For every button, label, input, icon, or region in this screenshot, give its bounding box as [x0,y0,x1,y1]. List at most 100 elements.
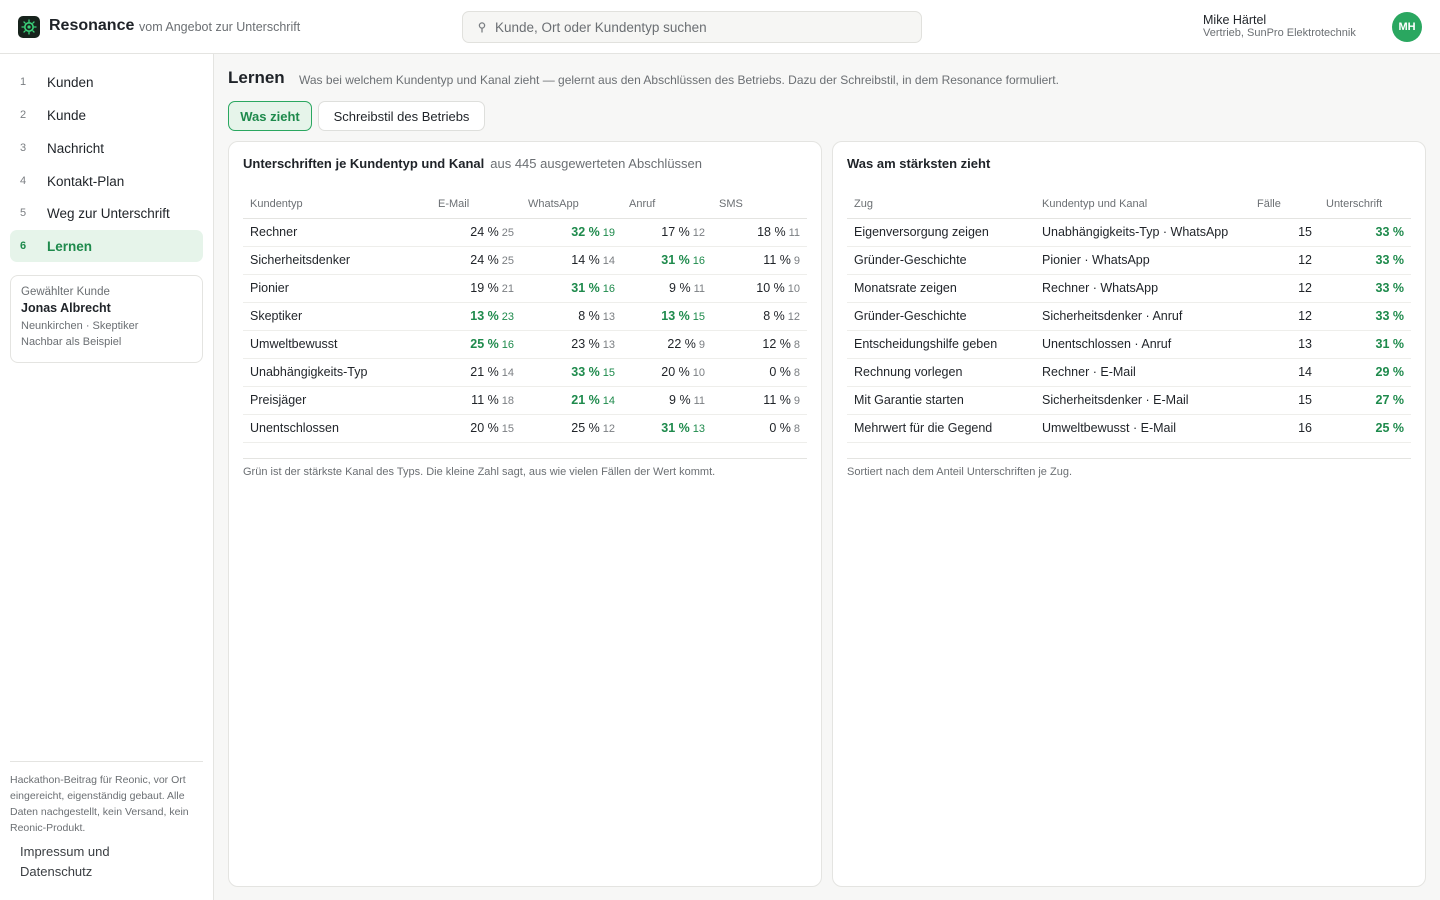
rate-percent: 10 % [756,281,785,295]
move-cell: Eigenversorgung zeigen [847,218,1035,247]
rate-percent: 22 % [667,337,696,351]
customer-type-cell: Preisjäger [243,386,431,415]
selected-customer-meta: Neunkirchen · Skeptiker [21,320,139,332]
search-box[interactable] [462,11,922,43]
rate-cell: 13 % 23 [431,302,521,331]
avatar[interactable]: MH [1392,12,1422,42]
brand-tagline: vom Angebot zur Unterschrift [139,20,301,34]
rate-cell: 27 % [1319,386,1411,415]
rate-percent: 23 % [571,337,600,351]
table-row: Gründer-Geschichte Pionier · WhatsApp 12 33… [847,246,1411,275]
rate-percent: 12 % [762,337,791,351]
rate-cell: 0 % 8 [712,414,807,443]
sidebar-item-kunden[interactable]: 1 Kunden [10,66,203,98]
case-count: 19 [602,227,615,239]
rate-percent: 31 % [661,421,690,435]
user-role: Vertrieb, SunPro Elektrotechnik [1203,27,1356,39]
column-header-sms: SMS [712,190,807,219]
table-row: Rechner 24 % 25 32 % 19 17 % 12 18 % 11 [243,218,807,247]
rate-cell: 0 % 8 [712,358,807,387]
case-count: 12 [787,311,800,323]
column-header-whatsapp: WhatsApp [521,190,622,219]
search-input[interactable] [495,12,915,42]
legal-link[interactable]: Impressum und Datenschutz [20,842,150,882]
rate-cell: 31 % 13 [622,414,712,443]
rate-percent: 19 % [470,281,499,295]
table-row: Unentschlossen 20 % 15 25 % 12 31 % 13 0 % 8 [243,414,807,443]
panel-title: Unterschriften je Kundentyp und Kanal aus… [243,156,702,171]
rate-percent: 29 % [1375,365,1405,379]
rate-percent: 20 % [470,421,499,435]
target-cell: Rechner · WhatsApp [1035,274,1250,303]
table-row: Sicherheitsdenker 24 % 25 14 % 14 31 % 16 11 % 9 [243,246,807,275]
rate-cell: 29 % [1319,358,1411,387]
page-title: Lernen [228,68,285,87]
column-header-unterschrift: Unterschrift [1319,190,1411,219]
rate-percent: 21 % [571,393,600,407]
table-row: Pionier 19 % 21 31 % 16 9 % 11 10 % 10 [243,274,807,303]
case-count: 18 [501,395,514,407]
target-cell: Sicherheitsdenker · Anruf [1035,302,1250,331]
cases-cell: 15 [1250,218,1319,247]
case-count: 21 [501,283,514,295]
column-header-email: E-Mail [431,190,521,219]
rate-cell: 9 % 11 [622,274,712,303]
rate-percent: 33 % [1375,253,1405,267]
rate-percent: 8 % [763,309,785,323]
nav-label: Kontakt-Plan [47,173,125,189]
rate-cell: 32 % 19 [521,218,622,247]
rate-percent: 21 % [470,365,499,379]
sidebar-item-nachricht[interactable]: 3 Nachricht [10,132,203,164]
rate-percent: 8 % [578,309,600,323]
sidebar-item-kunde[interactable]: 2 Kunde [10,99,203,131]
table-row: Rechnung vorlegen Rechner · E-Mail 14 29 % [847,358,1411,387]
sidebar-item-kontakt-plan[interactable]: 4 Kontakt-Plan [10,165,203,197]
rate-percent: 17 % [661,225,690,239]
table-row: Mehrwert für die Gegend Umweltbewusst · E… [847,414,1411,443]
rate-percent: 25 % [1375,421,1405,435]
column-header-zug: Zug [847,190,1035,219]
cases-cell: 16 [1250,414,1319,443]
tab-schreibstil[interactable]: Schreibstil des Betriebs [318,101,485,131]
table-row: Entscheidungshilfe geben Unentschlossen ·… [847,330,1411,359]
brand-name[interactable]: Resonance [49,17,134,35]
rate-percent: 14 % [571,253,600,267]
nav-step-number: 3 [20,142,27,154]
rate-cell: 31 % 16 [622,246,712,275]
rate-cell: 21 % 14 [521,386,622,415]
table-row: Gründer-Geschichte Sicherheitsdenker · An… [847,302,1411,331]
selected-customer-card[interactable]: Gewählter Kunde Jonas Albrecht Neunkirch… [10,275,203,363]
customer-type-cell: Sicherheitsdenker [243,246,431,275]
rate-cell: 33 % [1319,246,1411,275]
target-cell: Rechner · E-Mail [1035,358,1250,387]
nav-step-number: 1 [20,76,27,88]
case-count: 13 [602,311,615,323]
table-row: Eigenversorgung zeigen Unabhängigkeits-Ty… [847,218,1411,247]
rate-cell: 33 % [1319,302,1411,331]
move-cell: Mit Garantie starten [847,386,1035,415]
rate-cell: 17 % 12 [622,218,712,247]
rate-percent: 33 % [1375,309,1405,323]
panel-title: Was am stärksten zieht [847,156,991,171]
rate-cell: 20 % 10 [622,358,712,387]
tab-was-zieht[interactable]: Was zieht [228,101,312,131]
target-cell: Pionier · WhatsApp [1035,246,1250,275]
rate-cell: 31 % [1319,330,1411,359]
case-count: 25 [501,227,514,239]
sidebar-item-lernen[interactable]: 6 Lernen [10,230,203,262]
move-cell: Gründer-Geschichte [847,302,1035,331]
case-count: 14 [602,395,615,407]
panel-footnote: Grün ist der stärkste Kanal des Typs. Di… [243,458,807,478]
rate-percent: 31 % [661,253,690,267]
rate-percent: 24 % [470,225,499,239]
table-header-row: Zug Kundentyp und Kanal Fälle Unterschri… [847,190,1411,219]
rate-percent: 11 % [763,393,791,407]
table-row: Unabhängigkeits-Typ 21 % 14 33 % 15 20 % 10 0 %… [243,358,807,387]
cases-cell: 12 [1250,274,1319,303]
rate-cell: 23 % 13 [521,330,622,359]
case-count: 12 [692,227,705,239]
panel-footnote: Sortiert nach dem Anteil Unterschriften … [847,458,1411,478]
resonance-logo-icon[interactable] [18,16,40,38]
rate-cell: 24 % 25 [431,246,521,275]
sidebar-item-weg-zur-unterschrift[interactable]: 5 Weg zur Unterschrift [10,197,203,229]
